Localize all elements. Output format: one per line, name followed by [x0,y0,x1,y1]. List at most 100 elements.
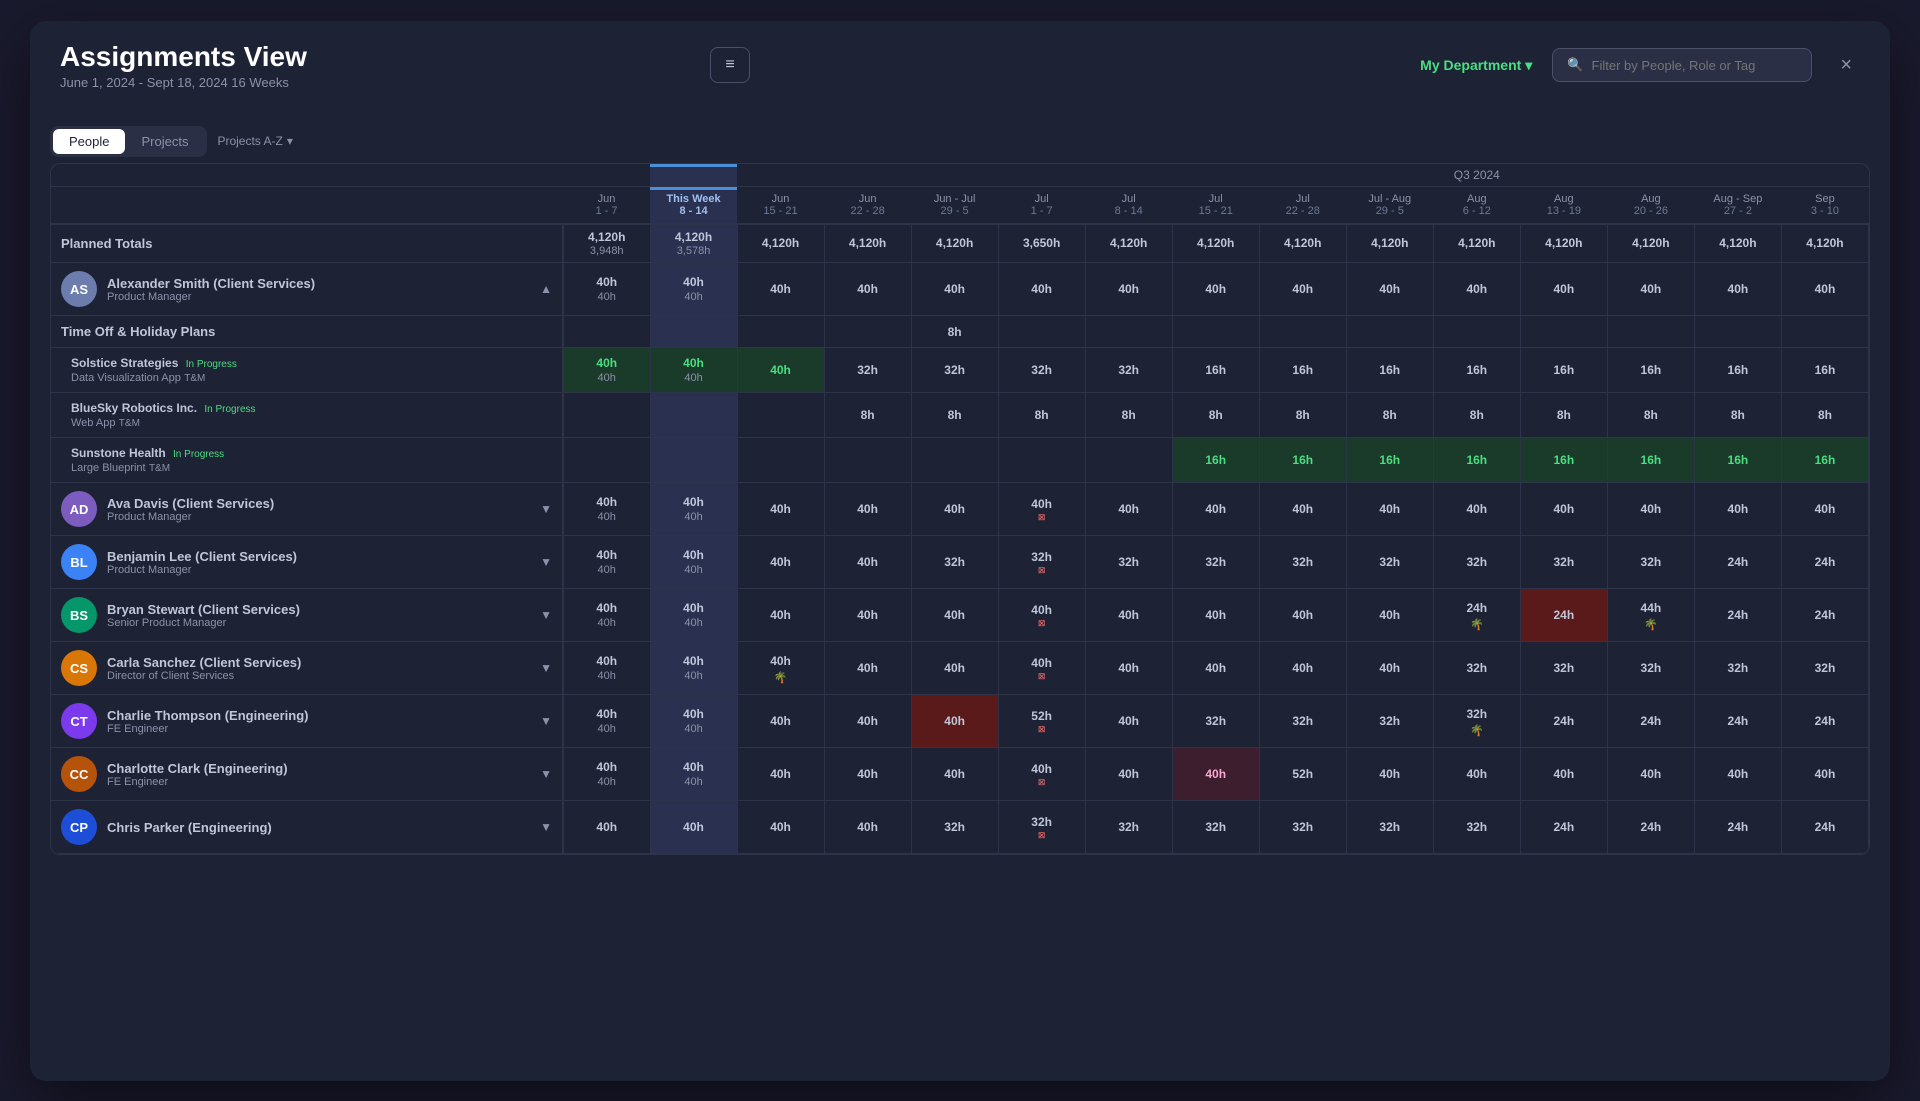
table-cell: 40h [911,642,998,695]
table-cell: 32h [1085,348,1172,393]
person-name: Alexander Smith (Client Services) [107,276,315,291]
weeks-header-row: Jun1 - 7 This Week8 - 14 Jun15 - 21 Jun2… [51,186,1869,224]
search-input[interactable] [1592,58,1798,73]
table-cell: 40h [1172,483,1259,536]
table-cell: 32h⊠ [998,801,1085,854]
table-cell: 16h [1694,348,1781,393]
person-name: Ava Davis (Client Services) [107,496,274,511]
person-info: BL Benjamin Lee (Client Services) Produc… [61,544,552,580]
table-cell: 40h [824,589,911,642]
person-info: CP Chris Parker (Engineering) ▼ [61,809,552,845]
table-cell: 8h [1085,393,1172,438]
table-cell: 40h [911,589,998,642]
table-cell: 40h40h [650,748,737,801]
expand-button[interactable]: ▼ [540,661,552,675]
avatar: CP [61,809,97,845]
table-cell: 32h [1781,642,1868,695]
expand-button[interactable]: ▼ [540,608,552,622]
project-row: Sunstone Health In Progress Large Bluepr… [51,438,1869,483]
dept-selector[interactable]: My Department ▾ [1420,57,1532,74]
table-cell: 32h [1085,536,1172,589]
table-cell: 40h [824,642,911,695]
person-row: BS Bryan Stewart (Client Services) Senio… [51,589,1869,642]
col-week-14: Sep3 - 10 [1781,186,1868,224]
person-row: AD Ava Davis (Client Services) Product M… [51,483,1869,536]
project-name: Sunstone Health [71,446,166,460]
col-q-4 [911,164,998,187]
table-cell [1607,316,1694,348]
table-cell: 32h [1085,801,1172,854]
table-cell: 4,120h [1694,224,1781,263]
table-cell: 40h [1694,748,1781,801]
table-cell: 40h [1346,642,1433,695]
table-cell: 24h [1607,801,1694,854]
person-info: BS Bryan Stewart (Client Services) Senio… [61,597,552,633]
table-cell: 16h [1172,438,1259,483]
expand-button[interactable]: ▼ [540,714,552,728]
table-cell: 40h [824,695,911,748]
table-cell: 40h [1085,642,1172,695]
filter-button[interactable]: ≡ [710,47,749,83]
table-cell: 40h [1346,748,1433,801]
table-cell [737,393,824,438]
table-cell: 40h [563,801,650,854]
table-cell: 40h [824,748,911,801]
close-button[interactable]: × [1832,50,1860,81]
table-cell: 40h [1346,589,1433,642]
table-cell: 16h [1433,348,1520,393]
tab-people[interactable]: People [53,129,125,154]
table-cell [998,316,1085,348]
col-q3-label: Q3 2024 [1085,164,1868,187]
table-cell [911,438,998,483]
table-cell: 40h40h [563,589,650,642]
table-cell: 8h [911,316,998,348]
col-week-4: Jun - Jul29 - 5 [911,186,998,224]
table-cell: 24h [1694,589,1781,642]
table-cell: 8h [1172,393,1259,438]
person-row: AS Alexander Smith (Client Services) Pro… [51,263,1869,316]
expand-button[interactable]: ▼ [540,820,552,834]
table-cell: 24h [1520,801,1607,854]
project-sub: Large Blueprint [71,462,146,474]
table-cell: 40h [1433,263,1520,316]
tab-projects[interactable]: Projects [125,129,204,154]
sort-dropdown[interactable]: Projects A-Z ▾ [217,134,292,148]
col-week-11: Aug13 - 19 [1520,186,1607,224]
project-sub: Data Visualization App [71,372,181,384]
avatar: AS [61,271,97,307]
table-cell: 32h [911,348,998,393]
expand-button[interactable]: ▼ [540,502,552,516]
col-week-8: Jul22 - 28 [1259,186,1346,224]
expand-button[interactable]: ▲ [540,282,552,296]
table-cell: 40h [1781,483,1868,536]
table-cell: 32h [1172,801,1259,854]
table-cell: 24h [1781,695,1868,748]
table-cell: 40h [737,263,824,316]
expand-button[interactable]: ▼ [540,555,552,569]
table-cell: 32h [1172,536,1259,589]
table-cell: 8h [1520,393,1607,438]
table-cell: 40h [1259,483,1346,536]
table-cell: 40h [1085,748,1172,801]
table-cell: 40h [1085,263,1172,316]
avatar: AD [61,491,97,527]
person-name: Charlie Thompson (Engineering) [107,708,309,723]
table-cell: 40h [998,263,1085,316]
app-title: Assignments View [60,41,690,73]
search-box[interactable]: 🔍 [1552,48,1812,82]
person-role: Product Manager [107,291,315,303]
person-role: Product Manager [107,511,274,523]
col-q-0 [563,164,650,187]
table-cell: 40h [1781,263,1868,316]
person-row: CS Carla Sanchez (Client Services) Direc… [51,642,1869,695]
expand-button[interactable]: ▼ [540,767,552,781]
table-cell: 24h [1520,695,1607,748]
table-cell: 40h [1607,263,1694,316]
project-name: BlueSky Robotics Inc. [71,401,197,415]
tag-badge: T&M [149,463,170,474]
table-cell: 44h🌴 [1607,589,1694,642]
table-cell: 24h [1694,801,1781,854]
person-role: FE Engineer [107,776,288,788]
table-cell: 40h40h [650,589,737,642]
person-info: CT Charlie Thompson (Engineering) FE Eng… [61,703,552,739]
